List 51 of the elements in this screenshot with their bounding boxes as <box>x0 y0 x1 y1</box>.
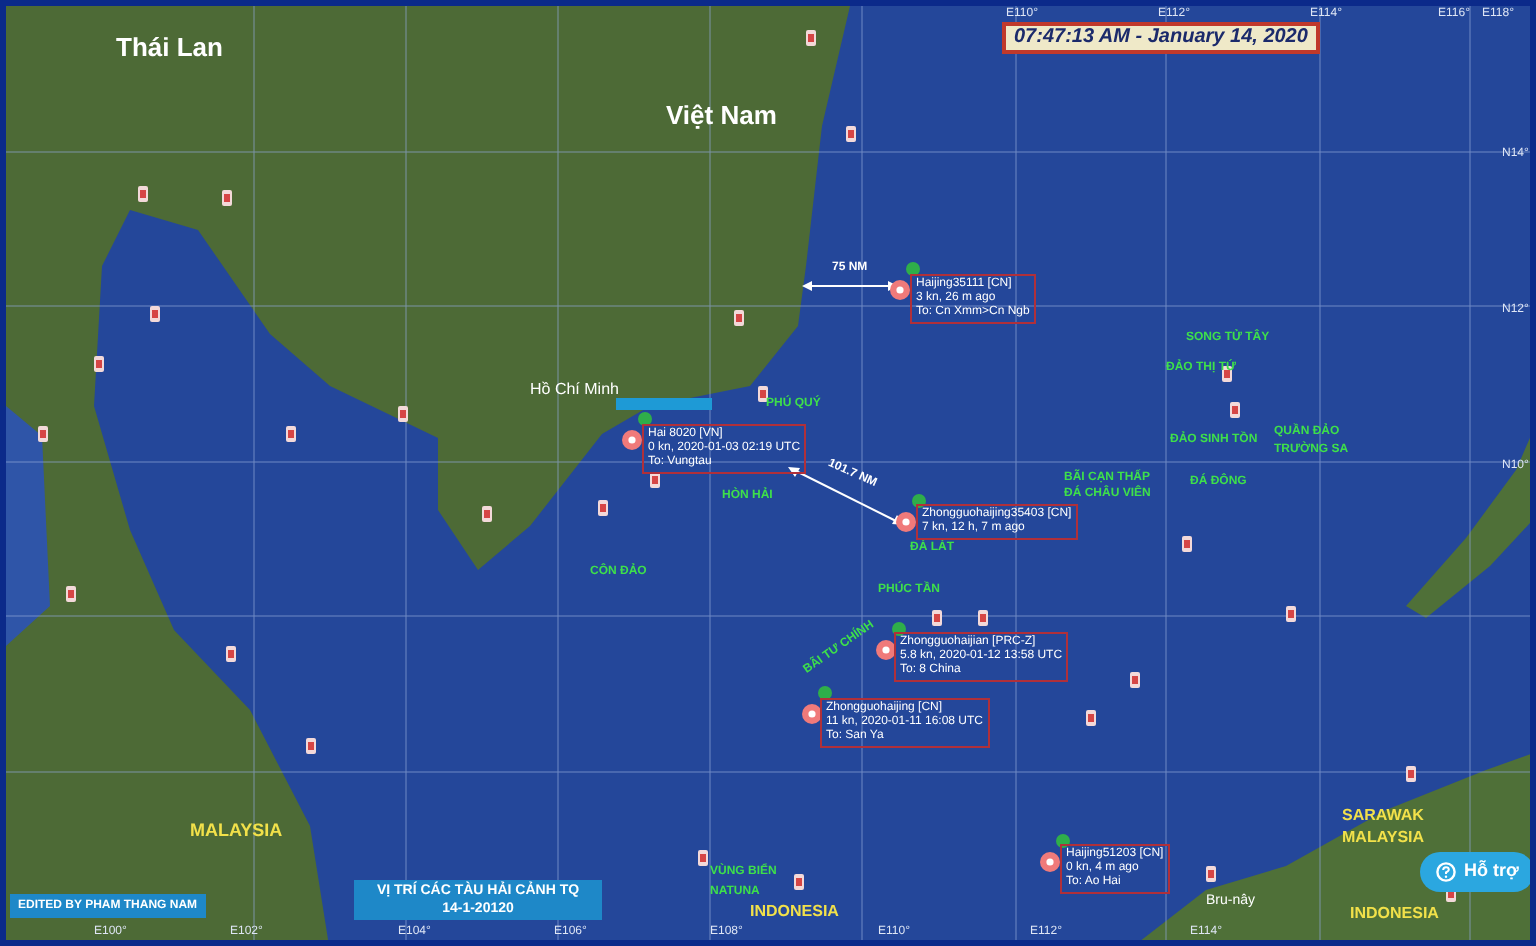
vessel-marker-icon[interactable] <box>890 280 910 300</box>
track-dot-icon <box>818 686 832 700</box>
ship-marker-icon <box>1130 672 1140 688</box>
track-dot-icon <box>892 622 906 636</box>
ship-marker-icon <box>932 610 942 626</box>
vessel-marker-icon[interactable] <box>1040 852 1060 872</box>
region-label: Việt Nam <box>666 102 777 128</box>
vessel-marker-icon[interactable] <box>802 704 822 724</box>
track-dot-icon <box>638 412 652 426</box>
ship-marker-icon <box>1406 766 1416 782</box>
ship-marker-icon <box>286 426 296 442</box>
track-dot-icon <box>1056 834 1070 848</box>
ship-marker-icon <box>150 306 160 322</box>
ship-marker-icon <box>138 186 148 202</box>
ship-marker-icon <box>226 646 236 662</box>
ship-marker-icon <box>758 386 768 402</box>
ship-marker-icon <box>66 586 76 602</box>
track-dot-icon <box>912 494 926 508</box>
region-label: Thái Lan <box>116 34 223 60</box>
ship-marker-icon <box>1206 866 1216 882</box>
vessel-marker-icon[interactable] <box>622 430 642 450</box>
ship-marker-icon <box>1230 402 1240 418</box>
ship-marker-icon <box>734 310 744 326</box>
ship-marker-icon <box>482 506 492 522</box>
ship-marker-icon <box>698 850 708 866</box>
help-button[interactable]: Hỗ trợ <box>1420 852 1530 891</box>
ship-marker-icon <box>978 610 988 626</box>
ship-marker-icon <box>306 738 316 754</box>
ship-marker-icon <box>846 126 856 142</box>
region-label: INDONESIA <box>750 904 839 920</box>
ship-marker-icon <box>1286 606 1296 622</box>
distance-arrow <box>802 280 898 292</box>
track-dot-icon <box>906 262 920 276</box>
vessel-marker-icon[interactable] <box>896 512 916 532</box>
ship-marker-icon <box>806 30 816 46</box>
region-label: MALAYSIA <box>1342 830 1425 846</box>
ship-marker-icon <box>38 426 48 442</box>
region-label: INDONESIA <box>1350 906 1439 922</box>
region-label: MALAYSIA <box>190 822 283 840</box>
timestamp-label: 07:47:13 AM - January 14, 2020 <box>1002 22 1320 54</box>
ship-marker-icon <box>598 500 608 516</box>
ship-marker-icon <box>398 406 408 422</box>
ship-marker-icon <box>94 356 104 372</box>
region-label: Hồ Chí Minh <box>530 382 619 398</box>
ship-marker-icon <box>222 190 232 206</box>
ship-marker-icon <box>1086 710 1096 726</box>
question-mark-icon <box>1436 861 1456 882</box>
vessel-marker-icon[interactable] <box>876 640 896 660</box>
ship-marker-icon <box>794 874 804 890</box>
ship-marker-icon <box>650 472 660 488</box>
ship-marker-icon <box>1182 536 1192 552</box>
